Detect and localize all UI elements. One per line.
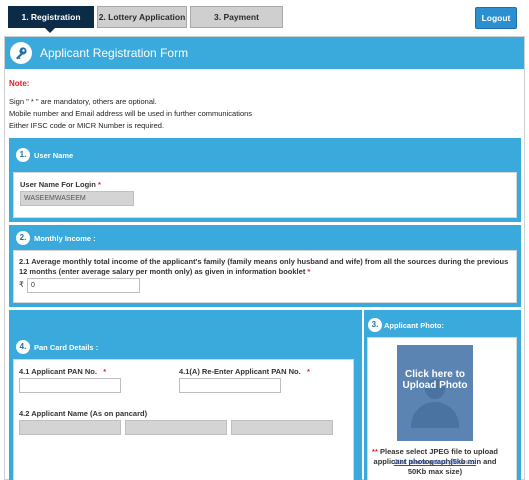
tab-registration[interactable]: 1. Registration xyxy=(8,6,94,28)
field-label: 4.2 Applicant Name (As on pancard) xyxy=(19,409,148,418)
section-number: 2. xyxy=(16,231,30,245)
pan-card-panel: 4.1 Applicant PAN No. * 4.1(A) Re-Enter … xyxy=(13,359,354,480)
pan-number-input[interactable] xyxy=(19,378,121,393)
page-title: Applicant Registration Form xyxy=(40,46,189,60)
section-number: 4. xyxy=(16,340,30,354)
monthly-income-panel: 2.1 Average monthly total income of the … xyxy=(13,250,517,303)
tab-lottery-application[interactable]: 2. Lottery Application xyxy=(97,6,187,28)
field-label: User Name For Login * xyxy=(20,180,101,189)
top-navigation: 1. Registration 2. Lottery Application 3… xyxy=(0,0,529,36)
pan-name-middle-field[interactable] xyxy=(125,420,227,435)
form-header: Applicant Registration Form xyxy=(5,37,524,69)
section-monthly-income: 2. Monthly Income : 2.1 Average monthly … xyxy=(9,225,521,307)
pan-name-last-field[interactable] xyxy=(231,420,333,435)
upload-photo-label: Click here to Upload Photo xyxy=(402,369,468,391)
avatar-body-icon xyxy=(411,402,459,428)
active-tab-indicator xyxy=(45,28,55,33)
reduce-photo-size-link[interactable]: Click here to reduce photo size xyxy=(369,460,501,466)
rupee-icon: ₹ xyxy=(19,280,24,289)
photo-upload-button[interactable]: Click here to Upload Photo xyxy=(397,345,473,441)
income-question-label: 2.1 Average monthly total income of the … xyxy=(19,257,509,276)
logout-button[interactable]: Logout xyxy=(475,7,517,29)
key-icon xyxy=(10,42,32,64)
username-field[interactable]: WASEEMWASEEM xyxy=(20,191,134,206)
field-label: 4.1(A) Re-Enter Applicant PAN No. * xyxy=(179,367,310,376)
field-label: 4.1 Applicant PAN No. * xyxy=(19,367,107,376)
section-title: Applicant Photo: xyxy=(384,321,444,330)
section-number: 1. xyxy=(16,148,30,162)
section-number: 3. xyxy=(368,318,382,332)
tab-payment[interactable]: 3. Payment xyxy=(190,6,283,28)
monthly-income-input[interactable]: 0 xyxy=(27,278,140,293)
section-title: Monthly Income : xyxy=(34,234,96,243)
note-line: Sign " * " are mandatory, others are opt… xyxy=(9,97,157,106)
note-line: Either IFSC code or MICR Number is requi… xyxy=(9,121,165,130)
note-title: Note: xyxy=(9,79,30,88)
pan-reenter-input[interactable] xyxy=(179,378,281,393)
pan-name-first-field[interactable] xyxy=(19,420,121,435)
section-title: Pan Card Details : xyxy=(34,343,99,352)
section-title: User Name xyxy=(34,151,74,160)
section-pan-card: 4. Pan Card Details : 4.1 Applicant PAN … xyxy=(9,310,362,480)
note-line: Mobile number and Email address will be … xyxy=(9,109,253,118)
section-user-name: 1. User Name User Name For Login * WASEE… xyxy=(9,138,521,222)
user-name-panel: User Name For Login * WASEEMWASEEM xyxy=(13,172,517,218)
